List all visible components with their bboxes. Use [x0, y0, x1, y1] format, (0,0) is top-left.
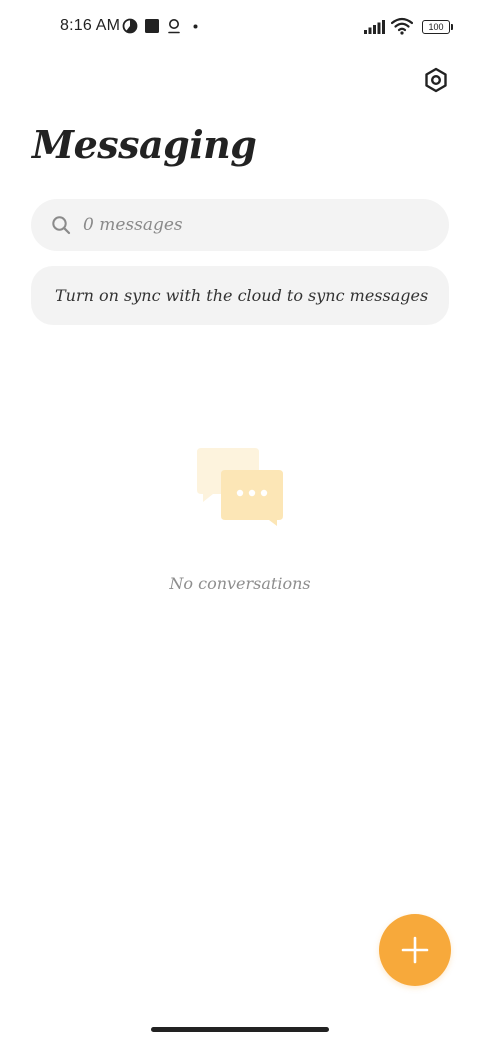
- battery-icon: 100: [422, 20, 453, 34]
- wifi-icon: [391, 17, 413, 35]
- square-notification-icon: [145, 19, 159, 33]
- plus-icon: [401, 936, 429, 964]
- empty-state-text: No conversations: [169, 574, 311, 593]
- location-pin-icon: [168, 19, 180, 34]
- search-icon: [52, 216, 71, 235]
- settings-button[interactable]: [420, 64, 452, 96]
- search-input[interactable]: 0 messages: [31, 199, 449, 251]
- chat-bubbles-icon: [197, 448, 283, 526]
- empty-state: No conversations: [0, 446, 480, 593]
- data-saver-icon: [122, 18, 138, 34]
- signal-icon: [364, 20, 385, 34]
- status-bar: 8:16 AM 100: [0, 0, 480, 56]
- home-indicator[interactable]: [151, 1027, 329, 1032]
- sync-banner[interactable]: Turn on sync with the cloud to sync mess…: [31, 266, 449, 325]
- battery-level: 100: [428, 22, 444, 32]
- gear-icon: [425, 67, 447, 93]
- search-placeholder: 0 messages: [83, 215, 183, 235]
- sync-banner-text: Turn on sync with the cloud to sync mess…: [55, 286, 429, 305]
- page-title: Messaging: [32, 122, 257, 167]
- new-conversation-button[interactable]: [379, 914, 451, 986]
- status-time: 8:16 AM: [60, 17, 121, 34]
- dot-icon: [193, 24, 198, 29]
